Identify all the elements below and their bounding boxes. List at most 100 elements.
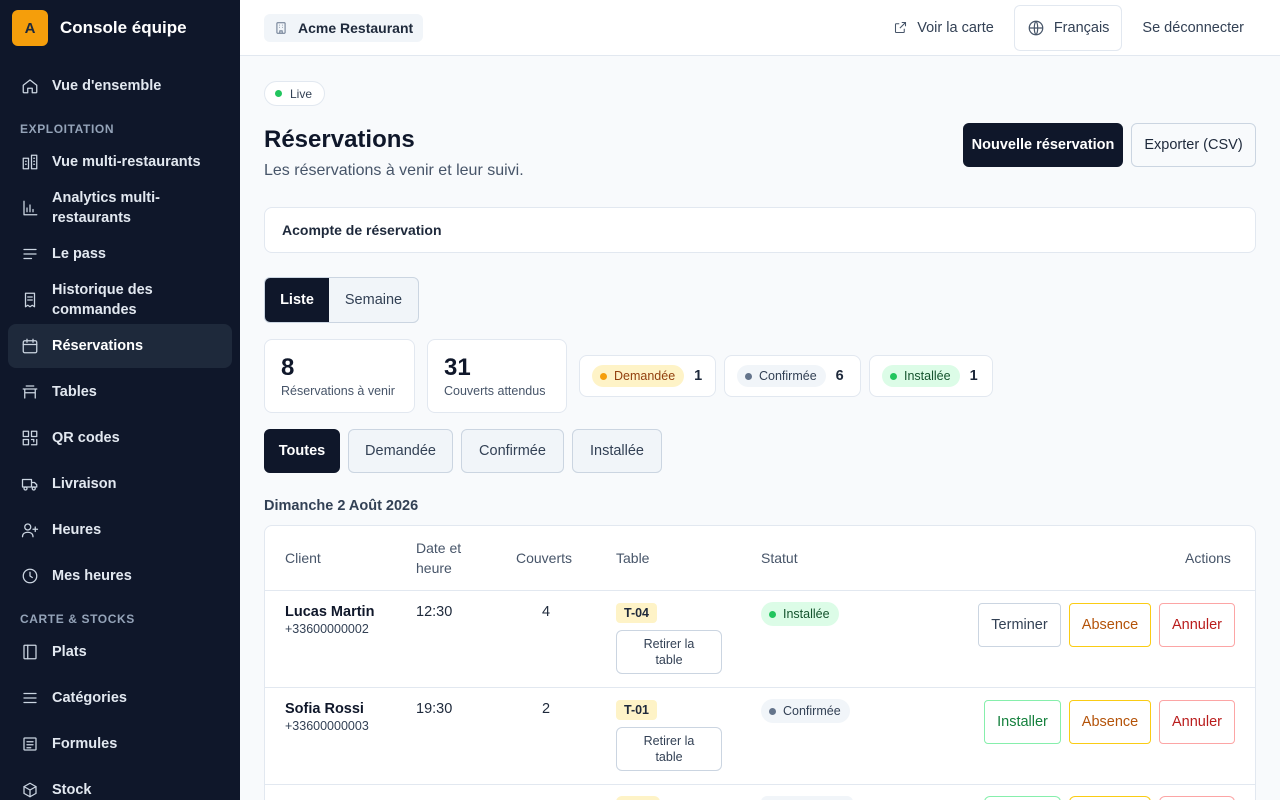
table-row-client: Sofia Rossi +33600000003	[285, 701, 369, 733]
sidebar-item-pass[interactable]: Le pass	[8, 238, 232, 270]
language-selector[interactable]: Français	[1013, 4, 1123, 51]
new-reservation-button[interactable]: Nouvelle réservation	[963, 123, 1123, 167]
stat-covers: 31 Couverts attendus	[427, 339, 567, 413]
sidebar-item-hours[interactable]: Heures	[8, 514, 232, 546]
filter-all[interactable]: Toutes	[264, 429, 340, 473]
status-dot-icon	[600, 372, 607, 380]
status-badge-label: Demandée	[614, 369, 676, 383]
stat-upcoming-label: Réservations à venir	[281, 384, 395, 398]
status-badge: Installée	[761, 602, 839, 626]
no-show-button[interactable]: Absence	[1069, 700, 1151, 744]
sidebar-item-order-history[interactable]: Historique des commandes	[8, 280, 232, 320]
sidebar-item-stock[interactable]: Stock	[8, 774, 232, 800]
page-title: Réservations	[264, 126, 415, 153]
action-button-partial[interactable]	[1159, 796, 1235, 800]
filter-seated[interactable]: Installée	[572, 429, 662, 473]
row-divider	[265, 687, 1255, 688]
sidebar-item-qr-codes[interactable]: QR codes	[8, 422, 232, 454]
finish-button[interactable]: Terminer	[978, 603, 1061, 647]
restaurant-selector[interactable]: Acme Restaurant	[264, 13, 424, 42]
header-covers: Couverts	[516, 550, 573, 566]
status-count-confirmed: Confirmée 6	[724, 355, 861, 397]
sidebar-item-formulas[interactable]: Formules	[8, 728, 232, 760]
remove-table-button[interactable]: Retirer la table	[616, 727, 722, 771]
page-subtitle: Les réservations à venir et leur suivi.	[264, 162, 524, 179]
sidebar-item-multi-restaurants[interactable]: Vue multi-restaurants	[8, 146, 232, 178]
status-count-requested: Demandée 1	[579, 355, 716, 397]
stat-covers-label: Couverts attendus	[444, 384, 546, 398]
sidebar-item-label: Plats	[52, 644, 87, 660]
sidebar-item-label: Heures	[52, 522, 102, 538]
sidebar-item-analytics[interactable]: Analytics multi-restaurants	[8, 188, 232, 228]
cancel-button[interactable]: Annuler	[1159, 603, 1235, 647]
sidebar-item-categories[interactable]: Catégories	[8, 682, 232, 714]
sidebar-item-dishes[interactable]: Plats	[8, 636, 232, 668]
language-label: Français	[1053, 19, 1110, 36]
external-link-icon	[895, 21, 907, 34]
globe-icon	[1028, 20, 1044, 35]
status-dot-icon	[745, 372, 752, 380]
sidebar-item-tables[interactable]: Tables	[8, 376, 232, 408]
client-phone: +33600000002	[285, 622, 369, 636]
menu-lines-icon	[20, 688, 40, 708]
status-count-value: 1	[694, 368, 703, 384]
live-indicator: Live	[264, 81, 326, 106]
header-client: Client	[285, 550, 321, 566]
toggle-week[interactable]: Semaine	[329, 278, 418, 322]
status-badge-label: Confirmée	[759, 369, 817, 383]
action-button-partial[interactable]	[1069, 796, 1151, 800]
header-status: Statut	[761, 550, 798, 566]
sidebar-item-label: Livraison	[52, 476, 117, 492]
deposit-title: Acompte de réservation	[282, 222, 442, 238]
filter-confirmed[interactable]: Confirmée	[461, 429, 564, 473]
export-csv-button[interactable]: Exporter (CSV)	[1131, 123, 1256, 167]
row-divider	[265, 590, 1255, 591]
status-count-value: 1	[969, 368, 978, 384]
status-badge: Confirmée	[761, 699, 850, 723]
remove-table-button[interactable]: Retirer la table	[616, 630, 722, 674]
sidebar-item-overview[interactable]: Vue d'ensemble	[8, 70, 232, 102]
receipt-icon	[20, 290, 40, 310]
bar-chart-icon	[20, 198, 40, 218]
topbar-actions: Voir la carte Français Se déconnecter	[873, 0, 1280, 56]
cancel-button[interactable]: Annuler	[1159, 700, 1235, 744]
sidebar-item-label: QR codes	[52, 430, 120, 446]
status-badge: Confirmée	[737, 365, 826, 387]
document-icon	[20, 734, 40, 754]
client-name: Lucas Martin	[285, 604, 375, 620]
sidebar-item-label: Analytics multi-restaurants	[52, 190, 160, 226]
action-button-partial[interactable]	[984, 796, 1061, 800]
sidebar-item-label: Tables	[52, 384, 97, 400]
qr-code-icon	[20, 428, 40, 448]
logout-label: Se déconnecter	[1142, 19, 1244, 36]
no-show-button[interactable]: Absence	[1069, 603, 1151, 647]
toggle-list[interactable]: Liste	[265, 278, 329, 322]
sidebar-item-my-hours[interactable]: Mes heures	[8, 560, 232, 592]
sidebar-item-label: Vue d'ensemble	[52, 78, 162, 94]
filter-requested[interactable]: Demandée	[348, 429, 453, 473]
status-badge: Demandée	[592, 365, 685, 387]
status-dot-icon	[890, 372, 897, 380]
table-tag-partial	[616, 796, 660, 800]
view-menu-link[interactable]: Voir la carte	[873, 0, 1014, 56]
live-label: Live	[290, 86, 313, 101]
user-plus-icon	[20, 520, 40, 540]
calendar-icon	[20, 336, 40, 356]
main-content: Live Réservations Les réservations à ven…	[240, 56, 1280, 800]
sidebar-item-label: Catégories	[52, 690, 127, 706]
status-badge-label: Confirmée	[783, 704, 841, 718]
reservations-table: Client Date et heure Couverts Table Stat…	[264, 525, 1256, 800]
brand-logo: A	[12, 10, 48, 46]
brand-name: Console équipe	[60, 18, 187, 37]
seat-button[interactable]: Installer	[984, 700, 1061, 744]
sidebar-item-delivery[interactable]: Livraison	[8, 468, 232, 500]
status-badge-label: Installée	[904, 369, 951, 383]
stat-covers-value: 31	[444, 354, 471, 381]
book-icon	[20, 642, 40, 662]
logout-button[interactable]: Se déconnecter	[1122, 0, 1280, 56]
deposit-section[interactable]: Acompte de réservation	[264, 207, 1256, 253]
table-icon	[20, 382, 40, 402]
status-badge-label: Installée	[783, 607, 830, 621]
reservation-time: 19:30	[416, 701, 453, 717]
sidebar-item-reservations[interactable]: Réservations	[8, 324, 232, 368]
